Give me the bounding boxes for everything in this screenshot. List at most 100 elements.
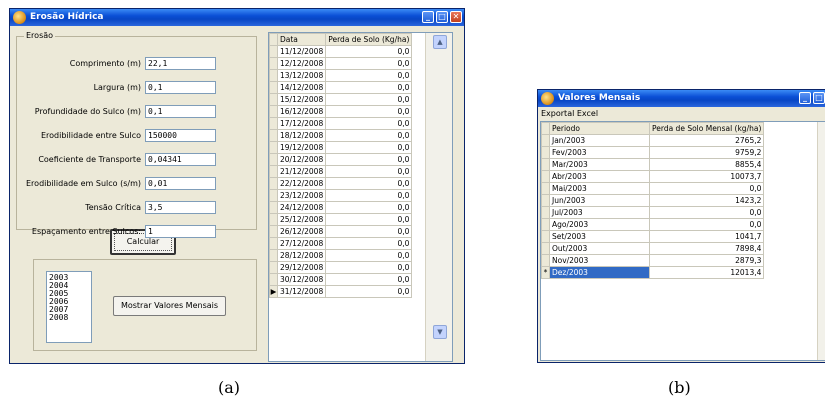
value-cell[interactable]: 0,0	[325, 213, 413, 226]
date-cell[interactable]: 30/12/2008	[276, 273, 327, 286]
field-input-6[interactable]: 3,5	[145, 201, 216, 214]
value-cell[interactable]: 7898,4	[648, 242, 765, 255]
table-row[interactable]: Jul/2003 0,0	[541, 206, 765, 219]
value-cell[interactable]: 0,0	[325, 285, 413, 298]
table-row[interactable]: 17/12/2008 0,0	[269, 117, 413, 130]
table-row[interactable]: 30/12/2008 0,0	[269, 273, 413, 286]
value-cell[interactable]: 0,0	[325, 249, 413, 262]
date-cell[interactable]: 11/12/2008	[276, 45, 327, 58]
row-selector[interactable]	[269, 225, 278, 238]
row-selector[interactable]	[269, 153, 278, 166]
value-cell[interactable]: 1041,7	[648, 230, 765, 243]
column-header[interactable]: Perda de Solo (Kg/ha)	[325, 33, 413, 46]
period-cell[interactable]: Mai/2003	[549, 182, 650, 195]
row-selector[interactable]: *	[541, 266, 550, 279]
column-header[interactable]: Periodo	[549, 122, 650, 135]
period-cell[interactable]: Abr/2003	[549, 170, 650, 183]
date-cell[interactable]: 12/12/2008	[276, 57, 327, 70]
field-input-7[interactable]: 1	[145, 225, 216, 238]
row-selector[interactable]	[269, 189, 278, 202]
table-row[interactable]: 22/12/2008 0,0	[269, 177, 413, 190]
menu-exportal-excel[interactable]: Exportal Excel	[541, 109, 598, 118]
row-selector[interactable]	[269, 93, 278, 106]
row-selector[interactable]	[269, 69, 278, 82]
table-row[interactable]: 19/12/2008 0,0	[269, 141, 413, 154]
period-cell[interactable]: Nov/2003	[549, 254, 650, 267]
field-input-1[interactable]: 0,1	[145, 81, 216, 94]
table-row[interactable]: 14/12/2008 0,0	[269, 81, 413, 94]
table-row[interactable]: Mai/2003 0,0	[541, 182, 765, 195]
table-row[interactable]: ▶ 31/12/2008 0,0	[269, 285, 413, 298]
date-cell[interactable]: 26/12/2008	[276, 225, 327, 238]
date-cell[interactable]: 17/12/2008	[276, 117, 327, 130]
table-row[interactable]: Jan/2003 2765,2	[541, 134, 765, 147]
value-cell[interactable]: 0,0	[325, 69, 413, 82]
value-cell[interactable]: 0,0	[648, 218, 765, 231]
minimize-icon[interactable]: _	[799, 92, 811, 104]
row-selector[interactable]	[541, 218, 550, 231]
period-cell[interactable]: Jul/2003	[549, 206, 650, 219]
column-header[interactable]: Perda de Solo Mensal (kg/ha)	[648, 122, 765, 135]
period-cell[interactable]: Jan/2003	[549, 134, 650, 147]
row-selector[interactable]	[269, 237, 278, 250]
field-input-4[interactable]: 0,04341	[145, 153, 216, 166]
table-row[interactable]: 28/12/2008 0,0	[269, 249, 413, 262]
row-selector[interactable]	[269, 141, 278, 154]
daily-grid-scrollbar[interactable]: ▲ ▼	[425, 33, 452, 361]
row-selector[interactable]: ▶	[269, 285, 278, 298]
period-cell[interactable]: Out/2003	[549, 242, 650, 255]
maximize-icon[interactable]: □	[813, 92, 825, 104]
date-cell[interactable]: 25/12/2008	[276, 213, 327, 226]
value-cell[interactable]: 0,0	[325, 105, 413, 118]
date-cell[interactable]: 27/12/2008	[276, 237, 327, 250]
period-cell[interactable]: Fev/2003	[549, 146, 650, 159]
value-cell[interactable]: 0,0	[648, 206, 765, 219]
row-selector[interactable]	[269, 81, 278, 94]
period-cell[interactable]: Ago/2003	[549, 218, 650, 231]
value-cell[interactable]: 0,0	[325, 57, 413, 70]
maximize-icon[interactable]: □	[436, 11, 448, 23]
row-selector[interactable]	[269, 129, 278, 142]
period-cell[interactable]: Set/2003	[549, 230, 650, 243]
scroll-up-icon[interactable]: ▲	[433, 35, 447, 49]
value-cell[interactable]: 0,0	[325, 153, 413, 166]
minimize-icon[interactable]: _	[422, 11, 434, 23]
value-cell[interactable]: 0,0	[648, 182, 765, 195]
row-selector[interactable]	[541, 182, 550, 195]
table-row[interactable]: 27/12/2008 0,0	[269, 237, 413, 250]
daily-grid[interactable]: Data Perda de Solo (Kg/ha) 11/12/2008 0,0 12…	[268, 32, 453, 362]
date-cell[interactable]: 21/12/2008	[276, 165, 327, 178]
value-cell[interactable]: 0,0	[325, 273, 413, 286]
row-selector[interactable]	[269, 249, 278, 262]
table-row[interactable]: * Dez/2003 12013,4	[541, 266, 765, 279]
table-row[interactable]: Mar/2003 8855,4	[541, 158, 765, 171]
table-row[interactable]: 15/12/2008 0,0	[269, 93, 413, 106]
field-input-5[interactable]: 0,01	[145, 177, 216, 190]
value-cell[interactable]: 0,0	[325, 237, 413, 250]
monthly-grid[interactable]: Periodo Perda de Solo Mensal (kg/ha) Jan/2…	[540, 121, 825, 361]
field-input-3[interactable]: 150000	[145, 129, 216, 142]
window-a-titlebar[interactable]: Erosão Hídrica _ □ ✕	[10, 9, 464, 26]
date-cell[interactable]: 18/12/2008	[276, 129, 327, 142]
value-cell[interactable]: 9759,2	[648, 146, 765, 159]
table-row[interactable]: 12/12/2008 0,0	[269, 57, 413, 70]
table-row[interactable]: 16/12/2008 0,0	[269, 105, 413, 118]
table-row[interactable]: 18/12/2008 0,0	[269, 129, 413, 142]
date-cell[interactable]: 16/12/2008	[276, 105, 327, 118]
row-selector[interactable]	[269, 261, 278, 274]
field-input-2[interactable]: 0,1	[145, 105, 216, 118]
date-cell[interactable]: 29/12/2008	[276, 261, 327, 274]
date-cell[interactable]: 28/12/2008	[276, 249, 327, 262]
value-cell[interactable]: 0,0	[325, 177, 413, 190]
date-cell[interactable]: 15/12/2008	[276, 93, 327, 106]
row-selector[interactable]	[541, 134, 550, 147]
row-selector[interactable]	[269, 213, 278, 226]
row-selector[interactable]	[541, 170, 550, 183]
table-row[interactable]: Set/2003 1041,7	[541, 230, 765, 243]
date-cell[interactable]: 22/12/2008	[276, 177, 327, 190]
value-cell[interactable]: 12013,4	[648, 266, 765, 279]
value-cell[interactable]: 1423,2	[648, 194, 765, 207]
date-cell[interactable]: 13/12/2008	[276, 69, 327, 82]
date-cell[interactable]: 19/12/2008	[276, 141, 327, 154]
value-cell[interactable]: 0,0	[325, 93, 413, 106]
